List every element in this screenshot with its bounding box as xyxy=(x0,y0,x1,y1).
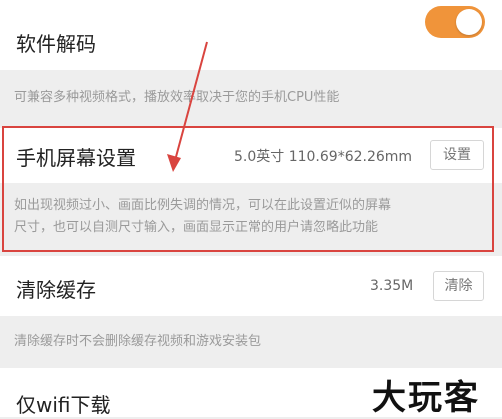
screen-setting-description: 如出现视频过小、画面比例失调的情况，可以在此设置近似的屏幕 尺寸，也可以自测尺寸… xyxy=(0,183,502,250)
software-decode-title: 软件解码 xyxy=(16,32,96,56)
cache-size-value: 3.35M xyxy=(370,278,414,294)
screen-setting-description-line2: 尺寸，也可以自测尺寸输入，画面显示正常的用户请忽略此功能 xyxy=(14,220,379,235)
wifi-only-download-title: 仅wifi下载 xyxy=(16,393,111,417)
settings-screen: 软件解码 可兼容多种视频格式，播放效率取决于您的手机CPU性能 手机屏幕设置 5… xyxy=(0,0,502,418)
screen-setting-title: 手机屏幕设置 xyxy=(16,146,136,170)
watermark-logo: 大玩客 xyxy=(372,378,480,418)
screen-setting-value: 5.0英寸 110.69*62.26mm xyxy=(234,149,413,165)
clear-cache-button[interactable]: 清除 xyxy=(433,271,484,301)
clear-cache-row[interactable]: 清除缓存 3.35M 清除 xyxy=(0,256,502,316)
clear-cache-description: 清除缓存时不会删除缓存视频和游戏安装包 xyxy=(0,316,502,368)
software-decode-row[interactable]: 软件解码 xyxy=(0,0,502,70)
screen-setting-description-line1: 如出现视频过小、画面比例失调的情况，可以在此设置近似的屏幕 xyxy=(14,198,392,213)
screen-setting-button[interactable]: 设置 xyxy=(430,140,484,170)
screen-setting-row[interactable]: 手机屏幕设置 5.0英寸 110.69*62.26mm 设置 xyxy=(0,128,502,183)
clear-cache-title: 清除缓存 xyxy=(16,278,96,302)
toggle-knob xyxy=(456,9,482,35)
software-decode-description: 可兼容多种视频格式，播放效率取决于您的手机CPU性能 xyxy=(0,70,502,126)
software-decode-toggle[interactable] xyxy=(425,6,485,38)
